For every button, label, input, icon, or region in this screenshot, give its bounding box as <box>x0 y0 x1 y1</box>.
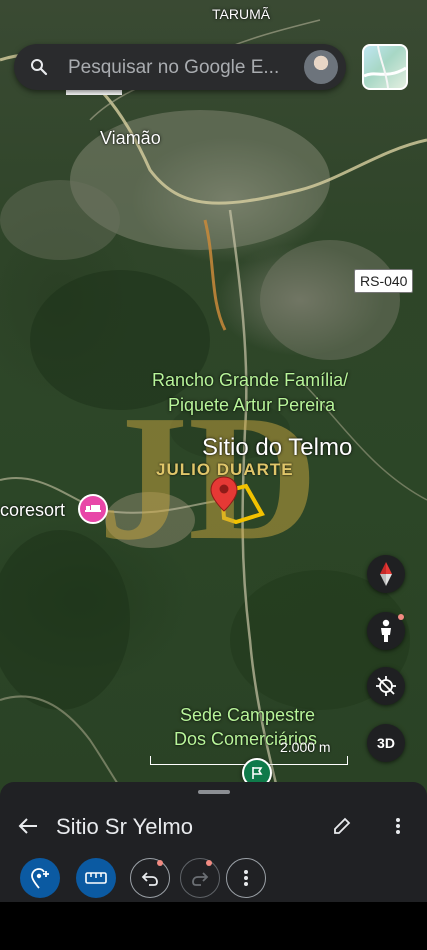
redo-badge <box>206 860 212 866</box>
search-icon <box>31 59 48 76</box>
system-nav-bar <box>0 902 427 950</box>
scale-label: 2.000 m <box>280 739 331 755</box>
satellite-map[interactable]: TARUMÃ Viamão RS-040 Rancho Grande Famíl… <box>0 0 427 800</box>
undo-badge <box>157 860 163 866</box>
undo-icon <box>141 872 158 886</box>
location-off-icon <box>376 676 396 696</box>
search-bar[interactable]: Pesquisar no Google E... <box>14 44 346 90</box>
map-pin[interactable] <box>210 476 238 517</box>
compass-button[interactable] <box>367 555 405 593</box>
map-label-city: Viamão <box>100 128 161 148</box>
notification-dot <box>398 614 404 620</box>
road-shield: RS-040 <box>354 269 414 293</box>
flag-icon <box>252 767 263 779</box>
map-label-poi-2-line1[interactable]: Sede Campestre <box>180 705 315 726</box>
search-input[interactable]: Pesquisar no Google E... <box>68 57 296 79</box>
redo-icon <box>192 872 209 886</box>
redo-button[interactable] <box>180 858 220 898</box>
add-pin-icon <box>31 868 49 889</box>
map-thumbnail-icon <box>364 46 406 88</box>
map-pin-icon <box>210 476 238 512</box>
ruler-icon <box>85 872 107 884</box>
more-tools-button[interactable] <box>226 858 266 898</box>
map-road-highlight <box>66 90 122 95</box>
hotel-poi[interactable] <box>78 494 108 524</box>
pegman-icon <box>381 619 391 642</box>
three-d-button[interactable]: 3D <box>367 724 405 762</box>
map-label-taruma: TARUMÃ <box>212 6 271 22</box>
my-location-button[interactable] <box>367 667 405 705</box>
add-placemark-button[interactable] <box>20 858 60 898</box>
sheet-title: Sitio Sr Yelmo <box>56 814 193 839</box>
measure-button[interactable] <box>76 858 116 898</box>
drag-handle[interactable] <box>198 790 230 794</box>
more-vert-icon[interactable] <box>392 816 404 836</box>
map-layers-button[interactable] <box>362 44 408 90</box>
undo-button[interactable] <box>130 858 170 898</box>
compass-icon <box>380 562 392 586</box>
more-vert-icon <box>244 870 248 886</box>
avatar[interactable] <box>304 50 338 84</box>
pencil-icon[interactable] <box>332 816 352 836</box>
map-label-hotel[interactable]: coresort <box>0 500 65 521</box>
map-label-place[interactable]: Sitio do Telmo <box>202 434 352 462</box>
bed-icon <box>85 505 101 512</box>
arrow-back-icon[interactable] <box>18 817 38 835</box>
street-view-button[interactable] <box>367 612 405 650</box>
